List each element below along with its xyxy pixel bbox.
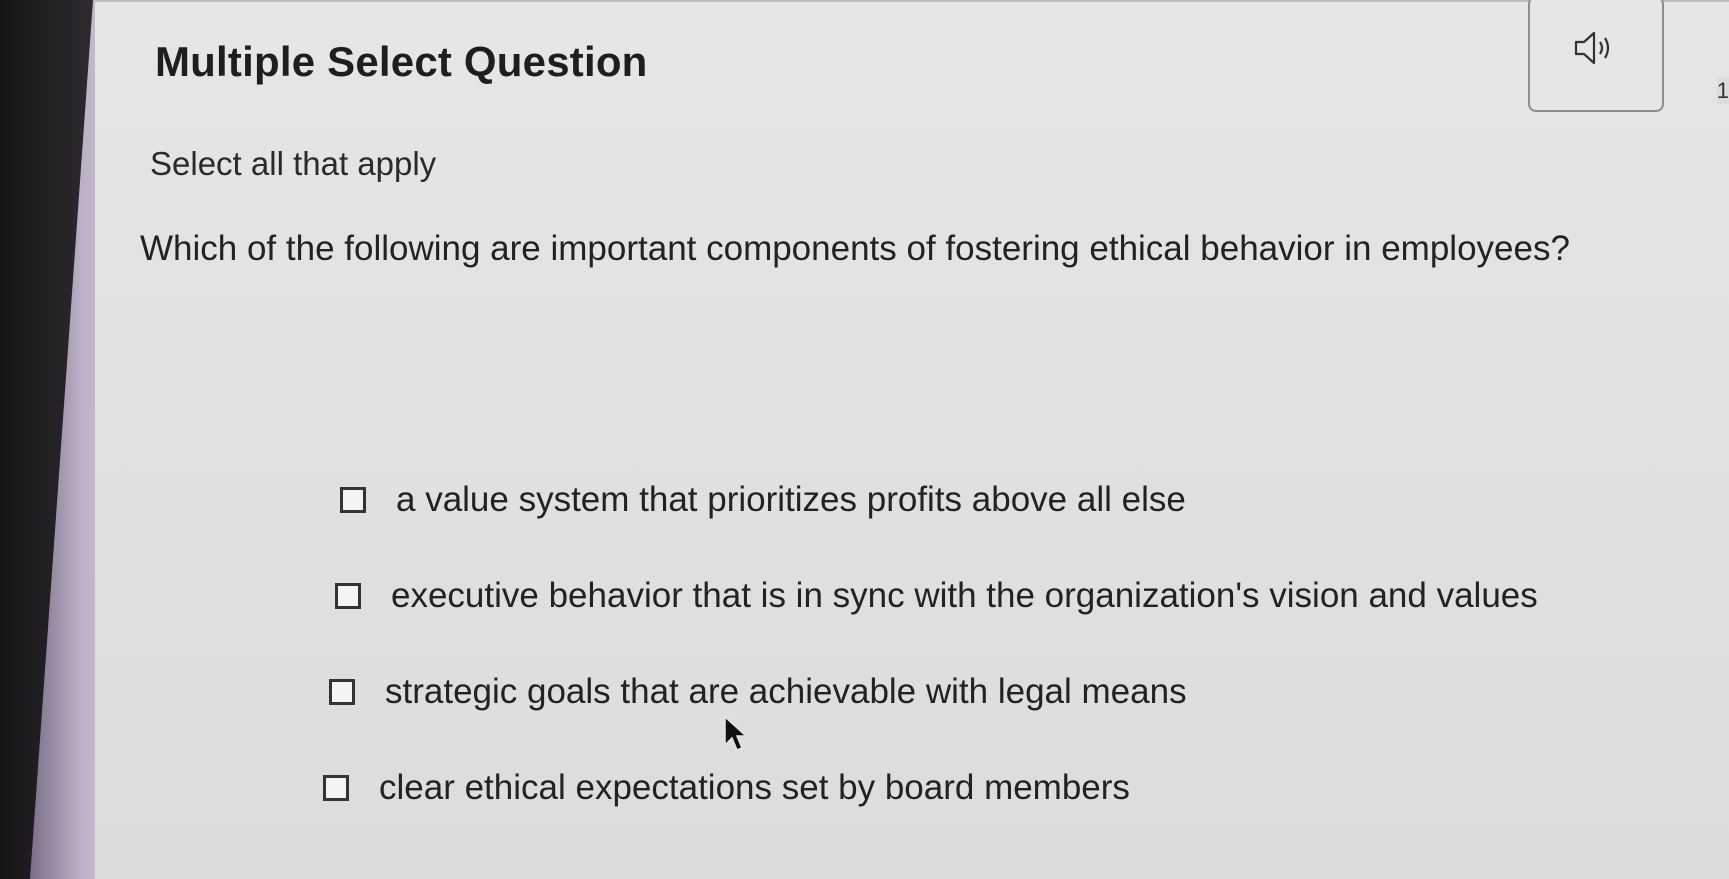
read-aloud-button[interactable]	[1528, 0, 1664, 112]
question-text: Which of the following are important com…	[140, 229, 1570, 268]
answer-option-label: a value system that prioritizes profits …	[396, 480, 1186, 519]
checkbox[interactable]	[340, 487, 366, 513]
mouse-pointer-icon	[724, 715, 748, 751]
checkbox[interactable]	[335, 583, 361, 609]
answer-option[interactable]: strategic goals that are achievable with…	[329, 662, 1538, 722]
top-divider	[95, 0, 1729, 2]
answer-option[interactable]: a value system that prioritizes profits …	[340, 470, 1538, 530]
checkbox[interactable]	[329, 679, 355, 705]
edge-mark: 1	[1716, 78, 1729, 104]
answer-options: a value system that prioritizes profits …	[225, 470, 1538, 854]
answer-option-label: executive behavior that is in sync with …	[391, 576, 1538, 615]
instruction-text: Select all that apply	[150, 145, 437, 182]
question-panel: Multiple Select Question 1 Select all th…	[95, 0, 1729, 879]
answer-option-label: strategic goals that are achievable with…	[385, 672, 1187, 711]
question-type-title: Multiple Select Question	[155, 38, 648, 85]
speaker-icon	[1574, 31, 1610, 65]
answer-option-label: clear ethical expectations set by board …	[379, 768, 1130, 807]
checkbox[interactable]	[323, 775, 349, 801]
answer-option[interactable]: clear ethical expectations set by board …	[323, 758, 1538, 818]
answer-option[interactable]: executive behavior that is in sync with …	[335, 566, 1538, 626]
